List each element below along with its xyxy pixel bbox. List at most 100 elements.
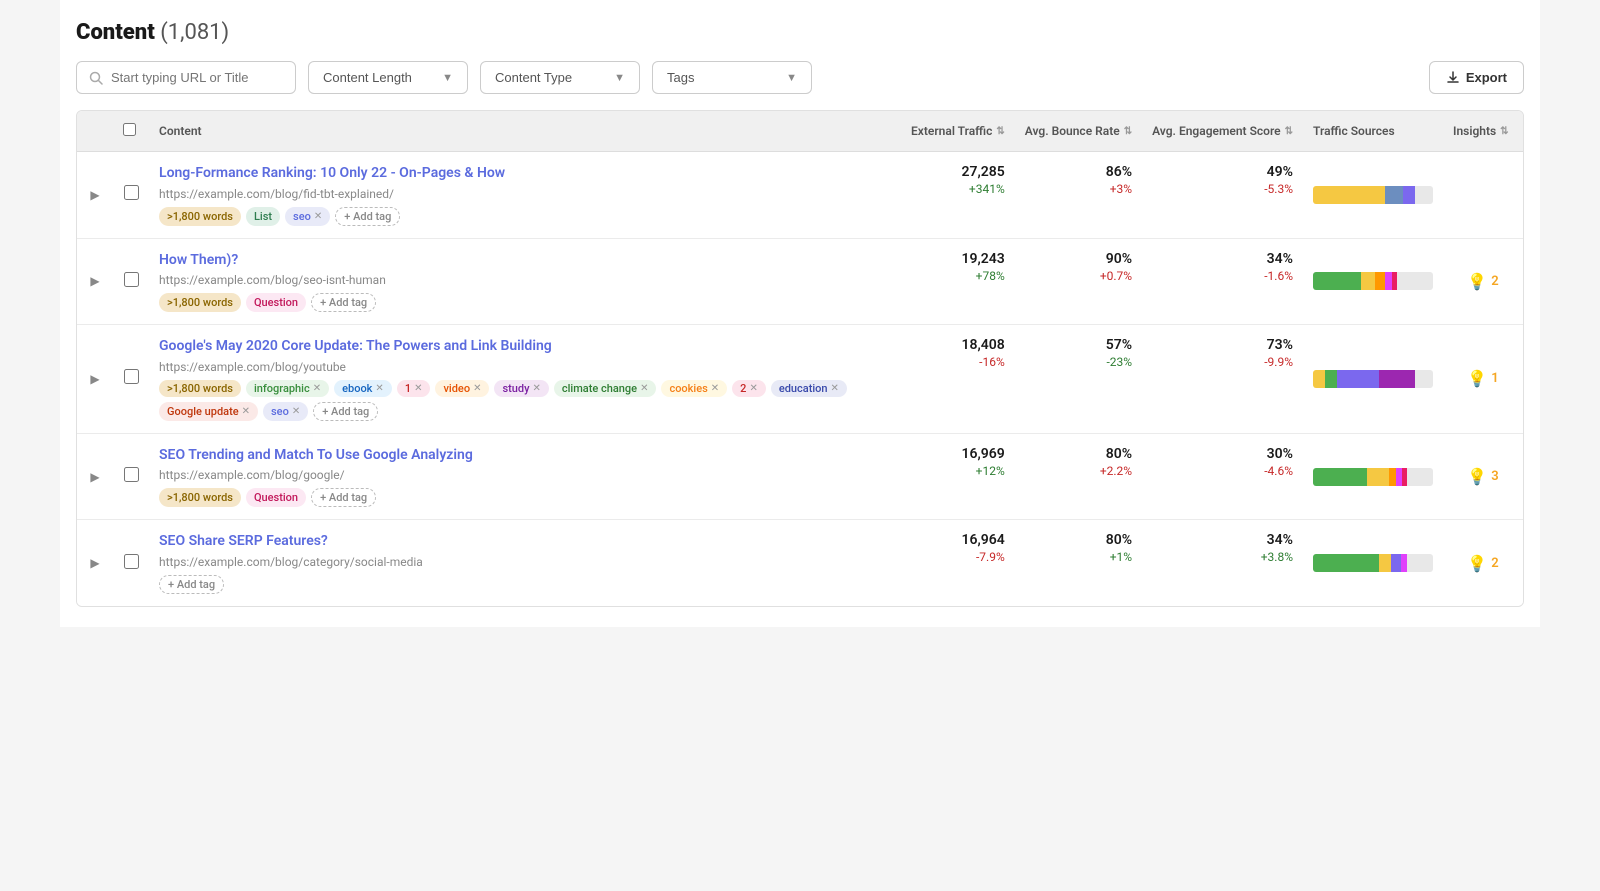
- export-button[interactable]: Export: [1429, 61, 1524, 94]
- tag-remove-icon[interactable]: ✕: [313, 383, 321, 394]
- th-insights: Insights ⇅: [1443, 111, 1523, 152]
- tag-remove-icon[interactable]: ✕: [640, 383, 648, 394]
- tag-remove-icon[interactable]: ✕: [831, 383, 839, 394]
- export-icon: [1446, 71, 1460, 85]
- sort-icon[interactable]: ⇅: [1285, 126, 1293, 137]
- tag-remove-icon[interactable]: ✕: [749, 383, 757, 394]
- checkbox-cell: [113, 433, 149, 520]
- export-label: Export: [1466, 70, 1507, 85]
- engagement-change: -5.3%: [1152, 182, 1293, 196]
- tag-remove-icon[interactable]: ✕: [532, 383, 540, 394]
- checkbox-cell: [113, 238, 149, 325]
- row-checkbox[interactable]: [124, 272, 139, 287]
- content-table: Content External Traffic ⇅ Avg. Bounce R…: [77, 111, 1523, 606]
- insights-cell: 💡 2: [1443, 520, 1523, 606]
- chevron-down-icon: ▼: [614, 72, 625, 84]
- chevron-down-icon: ▼: [442, 72, 453, 84]
- search-box[interactable]: [76, 61, 296, 94]
- engagement-change: -1.6%: [1152, 269, 1293, 283]
- tag-remove-icon[interactable]: ✕: [314, 211, 322, 222]
- content-title[interactable]: SEO Share SERP Features?: [159, 532, 885, 552]
- search-input[interactable]: [111, 70, 283, 85]
- bounce-change: +2.2%: [1025, 464, 1132, 478]
- expand-button[interactable]: ▶: [90, 188, 99, 202]
- insight-badge[interactable]: 💡 1: [1467, 369, 1498, 388]
- traffic-value: 16,964: [905, 532, 1005, 548]
- table-header-row: Content External Traffic ⇅ Avg. Bounce R…: [77, 111, 1523, 152]
- expand-cell: ▶: [77, 152, 113, 239]
- th-external-traffic-label: External Traffic: [911, 124, 992, 138]
- insight-badge[interactable]: 💡 2: [1467, 272, 1498, 291]
- bounce-rate-cell: 86% +3%: [1015, 152, 1142, 239]
- traffic-bar-segment: [1415, 186, 1433, 204]
- insight-badge[interactable]: 💡 2: [1467, 554, 1498, 573]
- tag-remove-icon[interactable]: ✕: [242, 406, 250, 417]
- checkbox-cell: [113, 325, 149, 434]
- traffic-bar-segment: [1379, 554, 1391, 572]
- bounce-value: 80%: [1025, 532, 1132, 548]
- add-tag-button[interactable]: + Add tag: [159, 575, 224, 594]
- expand-cell: ▶: [77, 433, 113, 520]
- traffic-bar: [1313, 468, 1433, 486]
- row-checkbox[interactable]: [124, 554, 139, 569]
- tags-dropdown[interactable]: Tags ▼: [652, 61, 812, 94]
- bounce-rate-cell: 80% +2.2%: [1015, 433, 1142, 520]
- expand-button[interactable]: ▶: [90, 372, 99, 386]
- tags-row: >1,800 wordsQuestion+ Add tag: [159, 488, 885, 507]
- lightbulb-icon: 💡: [1467, 272, 1487, 291]
- traffic-sources-cell: [1303, 152, 1443, 239]
- content-title[interactable]: How Them)?: [159, 251, 885, 271]
- content-title[interactable]: Google's May 2020 Core Update: The Power…: [159, 337, 885, 357]
- row-checkbox[interactable]: [124, 369, 139, 384]
- tag-remove-icon[interactable]: ✕: [292, 406, 300, 417]
- sort-icon[interactable]: ⇅: [1500, 126, 1508, 137]
- content-title[interactable]: Long-Formance Ranking: 10 Only 22 - On-P…: [159, 164, 885, 184]
- th-content: Content: [149, 111, 895, 152]
- content-cell: Google's May 2020 Core Update: The Power…: [149, 325, 895, 434]
- insight-count: 2: [1491, 556, 1498, 571]
- insight-badge[interactable]: 💡 3: [1467, 467, 1498, 486]
- th-checkbox: [113, 111, 149, 152]
- tag-remove-icon[interactable]: ✕: [414, 383, 422, 394]
- expand-button[interactable]: ▶: [90, 470, 99, 484]
- th-insights-label: Insights: [1453, 124, 1496, 138]
- add-tag-button[interactable]: + Add tag: [311, 293, 376, 312]
- traffic-bar-segment: [1325, 370, 1337, 388]
- tag: infographic✕: [246, 380, 329, 397]
- add-tag-button[interactable]: + Add tag: [313, 402, 378, 421]
- engagement-score-cell: 30% -4.6%: [1142, 433, 1303, 520]
- table-row: ▶ Long-Formance Ranking: 10 Only 22 - On…: [77, 152, 1523, 239]
- content-table-wrapper: Content External Traffic ⇅ Avg. Bounce R…: [76, 110, 1524, 607]
- traffic-bar-segment: [1391, 554, 1401, 572]
- tag-remove-icon[interactable]: ✕: [711, 383, 719, 394]
- traffic-sources-cell: [1303, 433, 1443, 520]
- select-all-checkbox[interactable]: [123, 123, 136, 136]
- content-type-dropdown[interactable]: Content Type ▼: [480, 61, 640, 94]
- tag-remove-icon[interactable]: ✕: [473, 383, 481, 394]
- traffic-value: 16,969: [905, 446, 1005, 462]
- row-checkbox[interactable]: [124, 467, 139, 482]
- tag-remove-icon[interactable]: ✕: [375, 383, 383, 394]
- sort-icon[interactable]: ⇅: [996, 126, 1004, 137]
- engagement-change: -9.9%: [1152, 355, 1293, 369]
- chevron-down-icon: ▼: [786, 72, 797, 84]
- traffic-value: 27,285: [905, 164, 1005, 180]
- tag: >1,800 words: [159, 380, 241, 397]
- content-url: https://example.com/blog/category/social…: [159, 555, 885, 569]
- content-length-dropdown[interactable]: Content Length ▼: [308, 61, 468, 94]
- expand-button[interactable]: ▶: [90, 274, 99, 288]
- row-checkbox[interactable]: [124, 185, 139, 200]
- table-row: ▶ How Them)? https://example.com/blog/se…: [77, 238, 1523, 325]
- traffic-sources-cell: [1303, 520, 1443, 606]
- traffic-bar-segment: [1385, 272, 1392, 290]
- expand-button[interactable]: ▶: [90, 556, 99, 570]
- content-type-label: Content Type: [495, 70, 572, 85]
- tag: cookies✕: [661, 380, 727, 397]
- content-title[interactable]: SEO Trending and Match To Use Google Ana…: [159, 446, 885, 466]
- sort-icon[interactable]: ⇅: [1124, 126, 1132, 137]
- add-tag-button[interactable]: + Add tag: [311, 488, 376, 507]
- add-tag-button[interactable]: + Add tag: [335, 207, 400, 226]
- table-row: ▶ SEO Trending and Match To Use Google A…: [77, 433, 1523, 520]
- traffic-bar-segment: [1407, 554, 1433, 572]
- external-traffic-cell: 27,285 +341%: [895, 152, 1015, 239]
